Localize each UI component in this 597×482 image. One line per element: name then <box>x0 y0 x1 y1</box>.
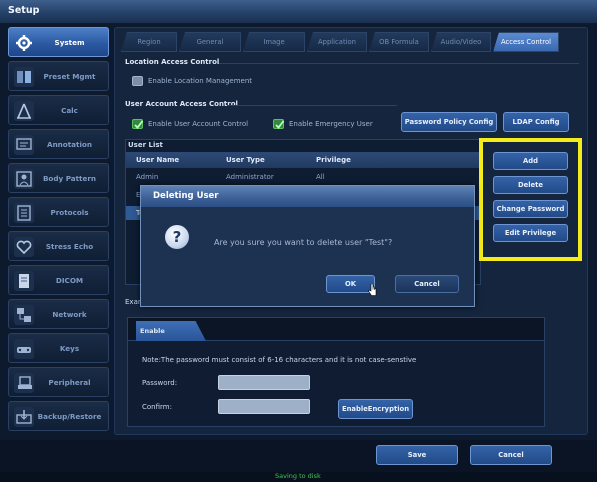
sidebar-item-label: Network <box>52 310 87 319</box>
sidebar-item-system[interactable]: System <box>8 27 109 57</box>
delete-user-dialog: Deleting User ? Are you sure you want to… <box>140 185 475 307</box>
column-header: User Name <box>136 156 180 164</box>
sidebar-item-network[interactable]: Network <box>8 299 109 329</box>
sidebar-item-protocols[interactable]: Protocols <box>8 197 109 227</box>
sidebar-item-label: Protocols <box>50 208 89 217</box>
cell-privilege: All <box>316 173 325 181</box>
sidebar-item-stress-echo[interactable]: Stress Echo <box>8 231 109 261</box>
save-button[interactable]: Save <box>376 445 458 465</box>
sidebar-item-body-pattern[interactable]: Body Pattern <box>8 163 109 193</box>
heart-icon <box>14 237 34 257</box>
tab-general[interactable]: General <box>179 32 241 52</box>
password-field[interactable] <box>218 375 310 390</box>
tab-application[interactable]: Application <box>307 32 367 52</box>
calc-icon <box>14 101 34 121</box>
user-account-control-checkbox[interactable] <box>132 119 144 129</box>
highlight-box <box>479 138 582 261</box>
protocols-icon <box>14 203 34 223</box>
preset-icon <box>14 67 34 87</box>
dicom-icon <box>14 271 34 291</box>
cancel-button[interactable]: Cancel <box>470 445 552 465</box>
emergency-user-checkbox[interactable] <box>273 119 285 129</box>
sidebar-item-dicom[interactable]: DICOM <box>8 265 109 295</box>
encryption-tab-strip: Enable Encryption <box>128 318 544 341</box>
sidebar: System Preset Mgmt Calc Annotation Body … <box>8 27 109 437</box>
sidebar-item-calc[interactable]: Calc <box>8 95 109 125</box>
table-header: User Name User Type Privilege <box>126 152 480 168</box>
body-pattern-icon <box>14 169 34 189</box>
status-bar: Saving to disk <box>0 472 597 482</box>
sidebar-item-label: Body Pattern <box>42 174 97 183</box>
sidebar-item-preset-mgmt[interactable]: Preset Mgmt <box>8 61 109 91</box>
sidebar-item-label: Stress Echo <box>45 242 94 251</box>
checkmark-icon <box>275 120 285 129</box>
column-header: Privilege <box>316 156 351 164</box>
sidebar-item-label: Preset Mgmt <box>43 72 96 81</box>
sidebar-item-label: Calc <box>61 106 78 115</box>
password-policy-config-button[interactable]: Password Policy Config <box>401 112 497 132</box>
sidebar-item-label: Keys <box>59 344 80 353</box>
network-icon <box>14 305 34 325</box>
tab-ob-formula[interactable]: OB Formula <box>369 32 429 52</box>
status-text: Saving to disk <box>275 472 321 480</box>
dialog-cancel-button[interactable]: Cancel <box>395 275 459 293</box>
enable-encryption-button[interactable]: EnableEncryption <box>338 399 413 419</box>
location-management-checkbox[interactable] <box>132 76 143 86</box>
confirm-field[interactable] <box>218 399 310 414</box>
sidebar-item-label: Peripheral <box>48 378 91 387</box>
question-icon: ? <box>165 225 189 249</box>
setup-window: Setup System Preset Mgmt Calc Annotation… <box>0 0 597 482</box>
sidebar-item-label: DICOM <box>55 276 84 285</box>
ldap-config-button[interactable]: LDAP Config <box>503 112 569 132</box>
sidebar-item-label: Annotation <box>47 140 92 149</box>
emergency-user-label: Enable Emergency User <box>289 120 373 128</box>
title-bar: Setup <box>0 0 597 24</box>
divider <box>227 105 397 106</box>
tab-audio-video[interactable]: Audio/Video <box>431 32 491 52</box>
sidebar-item-peripheral[interactable]: Peripheral <box>8 367 109 397</box>
cell-user-name: Admin <box>136 173 159 181</box>
table-row[interactable]: Admin Administrator All <box>126 170 480 184</box>
tab-image[interactable]: Image <box>243 32 305 52</box>
gear-icon <box>14 33 34 53</box>
encryption-panel: Enable Encryption Note:The password must… <box>127 317 545 427</box>
backup-icon <box>14 407 34 427</box>
password-label: Password: <box>142 379 178 387</box>
sidebar-item-keys[interactable]: Keys <box>8 333 109 363</box>
dialog-title: Deleting User <box>153 191 219 201</box>
mouse-cursor-icon <box>368 284 377 296</box>
sidebar-item-backup-restore[interactable]: Backup/Restore <box>8 401 109 431</box>
location-access-title: Location Access Control <box>125 58 220 66</box>
cell-user-type: Administrator <box>226 173 274 181</box>
confirm-label: Confirm: <box>142 403 172 411</box>
encryption-note: Note:The password must consist of 6-16 c… <box>142 356 417 364</box>
divider <box>219 63 579 64</box>
tab-bar: Region General Image Application OB Form… <box>121 32 583 52</box>
tab-enable-encryption[interactable]: Enable Encryption <box>136 321 206 341</box>
user-account-control-label: Enable User Account Control <box>148 120 249 128</box>
tab-access-control[interactable]: Access Control <box>493 32 559 52</box>
column-header: User Type <box>226 156 265 164</box>
dialog-title-bar: Deleting User <box>141 186 474 207</box>
location-management-label: Enable Location Management <box>148 77 253 85</box>
tab-region[interactable]: Region <box>121 32 177 52</box>
user-list-title: User List <box>128 141 163 149</box>
dialog-message: Are you sure you want to delete user "Te… <box>214 238 393 247</box>
window-title: Setup <box>8 5 40 16</box>
peripheral-icon <box>14 373 34 393</box>
checkmark-icon <box>134 120 144 129</box>
sidebar-item-annotation[interactable]: Annotation <box>8 129 109 159</box>
user-access-title: User Account Access Control <box>125 100 238 108</box>
annotation-icon <box>14 135 34 155</box>
sidebar-item-label: System <box>54 38 85 47</box>
sidebar-item-label: Backup/Restore <box>37 412 102 421</box>
keys-icon <box>14 339 34 359</box>
